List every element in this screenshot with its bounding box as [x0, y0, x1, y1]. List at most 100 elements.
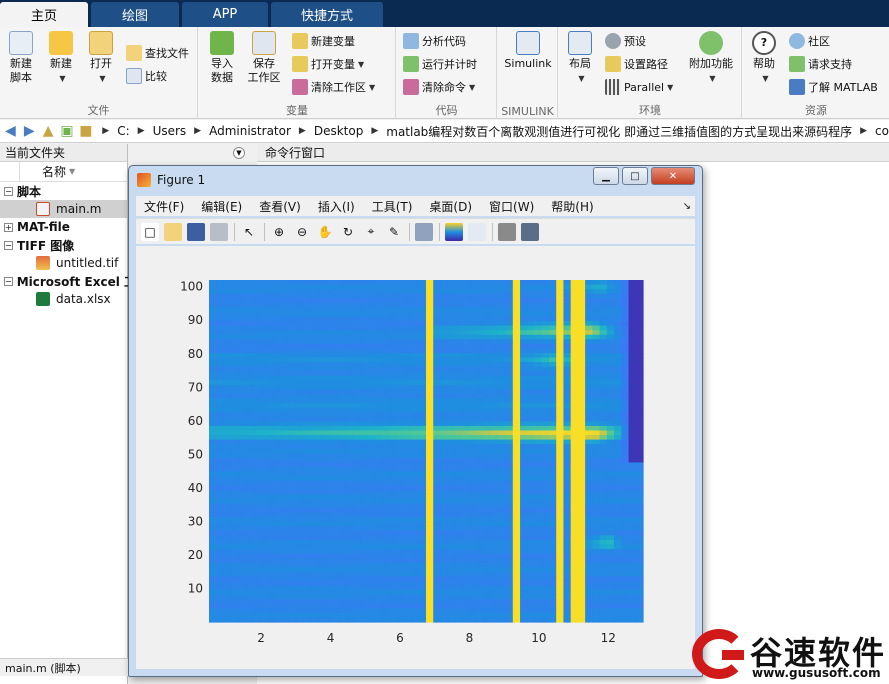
parallel-button[interactable]: Parallel ▼	[605, 77, 673, 97]
analyze-code-button[interactable]: 分析代码	[403, 31, 466, 51]
request-support-button[interactable]: 请求支持	[789, 54, 852, 74]
heatmap-cell	[317, 594, 326, 600]
forward-arrow-icon[interactable]: ▶	[21, 122, 38, 140]
new-figure-icon[interactable]: □	[141, 222, 159, 241]
tab-apps[interactable]: APP	[182, 2, 268, 27]
name-column-header[interactable]: 名称 ▼	[0, 162, 127, 182]
open-icon[interactable]	[164, 222, 182, 241]
layout-button[interactable]: 布局 ▼	[563, 31, 597, 86]
breadcrumb-desktop[interactable]: Desktop	[314, 124, 364, 138]
maximize-button[interactable]: □	[622, 167, 648, 185]
dock-arrow-icon[interactable]: ↘	[683, 201, 691, 212]
compare-button[interactable]: 比较	[126, 66, 167, 86]
figure-menu-item[interactable]: 窗口(W)	[489, 198, 534, 215]
heatmap-cell	[440, 407, 449, 413]
toolbar-separator	[439, 222, 440, 241]
new-script-button[interactable]: 新建 脚本	[4, 31, 38, 85]
new-variable-button[interactable]: 新建变量	[292, 31, 355, 51]
group-scripts[interactable]: − 脚本	[0, 182, 127, 200]
add-ons-button[interactable]: 附加功能 ▼	[685, 31, 737, 86]
brush-icon[interactable]: ✎	[385, 223, 403, 241]
collapse-icon[interactable]: −	[4, 240, 13, 250]
group-mat-file[interactable]: + MAT-file	[0, 218, 127, 236]
legend-icon[interactable]	[468, 222, 486, 241]
print-icon[interactable]	[210, 222, 228, 241]
minimize-button[interactable]: ▁	[593, 167, 619, 185]
heatmap-cell	[288, 512, 297, 518]
save-workspace-button[interactable]: 保存 工作区	[245, 31, 283, 85]
import-data-button[interactable]: 导入 数据	[205, 31, 239, 85]
heatmap-cell	[440, 280, 449, 286]
clear-commands-button[interactable]: 清除命令 ▼	[403, 77, 475, 97]
breadcrumb-project-folder[interactable]: matlab编程对数百个离散观测值进行可视化 即通过三维插值图的方式呈现出来源码…	[386, 123, 852, 140]
group-excel[interactable]: − Microsoft Excel 工	[0, 272, 136, 290]
group-tiff-images[interactable]: − TIFF 图像	[0, 236, 127, 254]
hide-plot-tools-icon[interactable]	[498, 222, 516, 241]
heatmap-cell	[498, 612, 507, 619]
file-item-untitled-tif[interactable]: untitled.tif	[0, 254, 127, 272]
breadcrumb-users[interactable]: Users	[153, 124, 187, 138]
preferences-button[interactable]: 预设	[605, 31, 646, 51]
close-button[interactable]: ✕	[651, 167, 695, 185]
heatmap-cell	[353, 384, 362, 391]
heatmap-cell	[491, 617, 499, 623]
rotate-3d-icon[interactable]: ↻	[339, 223, 357, 241]
breadcrumb-subfolder[interactable]: co	[875, 124, 889, 138]
pan-icon[interactable]: ✋	[316, 223, 334, 241]
heatmap-cell	[375, 430, 384, 436]
heatmap-cell	[491, 416, 499, 422]
heatmap-cell	[476, 439, 485, 445]
collapse-icon[interactable]: −	[4, 276, 13, 286]
help-button[interactable]: ? 帮助 ▼	[747, 31, 781, 86]
learn-matlab-button[interactable]: 了解 MATLAB	[789, 77, 878, 97]
figure-menu-item[interactable]: 插入(I)	[318, 198, 355, 215]
figure-menu-item[interactable]: 编辑(E)	[201, 198, 242, 215]
collapse-icon[interactable]: −	[4, 186, 13, 196]
heatmap-cell	[281, 307, 290, 313]
figure-menu-item[interactable]: 文件(F)	[144, 198, 184, 215]
figure-menu-item[interactable]: 工具(T)	[372, 198, 413, 215]
tab-home[interactable]: 主页	[0, 2, 88, 27]
heatmap-cell	[404, 289, 413, 295]
heatmap-cell	[498, 489, 507, 495]
show-plot-tools-icon[interactable]	[521, 222, 539, 241]
clear-workspace-button[interactable]: 清除工作区 ▼	[292, 77, 375, 97]
heatmap-cell	[433, 444, 442, 450]
simulink-button[interactable]: Simulink	[502, 31, 554, 71]
data-cursor-icon[interactable]: ⌖	[362, 223, 380, 241]
heatmap-cell	[534, 494, 543, 500]
heatmap-cell	[274, 339, 282, 345]
figure-title-bar[interactable]: Figure 1 ▁ □ ✕	[129, 166, 702, 193]
expand-icon[interactable]: +	[4, 222, 13, 232]
pointer-icon[interactable]: ↖	[240, 223, 258, 241]
find-files-button[interactable]: 查找文件	[126, 43, 189, 63]
set-path-button[interactable]: 设置路径	[605, 54, 668, 74]
figure-menu-item[interactable]: 查看(V)	[259, 198, 301, 215]
up-folder-icon[interactable]: ▲	[40, 122, 57, 140]
new-button[interactable]: 新建 ▼	[44, 31, 78, 86]
open-variable-button[interactable]: 打开变量 ▼	[292, 54, 364, 74]
zoom-out-icon[interactable]: ⊖	[293, 223, 311, 241]
file-item-data-xlsx[interactable]: data.xlsx	[0, 290, 127, 308]
heatmap-cell	[491, 603, 499, 609]
browse-folder-icon[interactable]: ▣	[59, 122, 76, 140]
zoom-in-icon[interactable]: ⊕	[270, 223, 288, 241]
community-button[interactable]: 社区	[789, 31, 830, 51]
heatmap-cell	[570, 517, 579, 523]
breadcrumb-user[interactable]: Administrator	[209, 124, 291, 138]
panel-actions-icon[interactable]: ▼	[233, 147, 245, 159]
tab-shortcuts[interactable]: 快捷方式	[271, 2, 383, 27]
heatmap-cell	[462, 366, 470, 372]
save-icon[interactable]	[187, 222, 205, 241]
run-and-time-button[interactable]: 运行并计时	[403, 54, 477, 74]
back-arrow-icon[interactable]: ◀	[2, 122, 19, 140]
figure-menu-item[interactable]: 桌面(D)	[429, 198, 472, 215]
breadcrumb-drive[interactable]: C:	[117, 124, 129, 138]
link-plot-icon[interactable]	[415, 222, 433, 241]
figure-menu-item[interactable]: 帮助(H)	[551, 198, 593, 215]
open-button[interactable]: 打开 ▼	[84, 31, 118, 86]
file-item-main-m[interactable]: main.m	[0, 200, 127, 218]
tab-plots[interactable]: 绘图	[91, 2, 179, 27]
colorbar-icon[interactable]	[445, 222, 463, 241]
heatmap-cell	[614, 580, 622, 587]
